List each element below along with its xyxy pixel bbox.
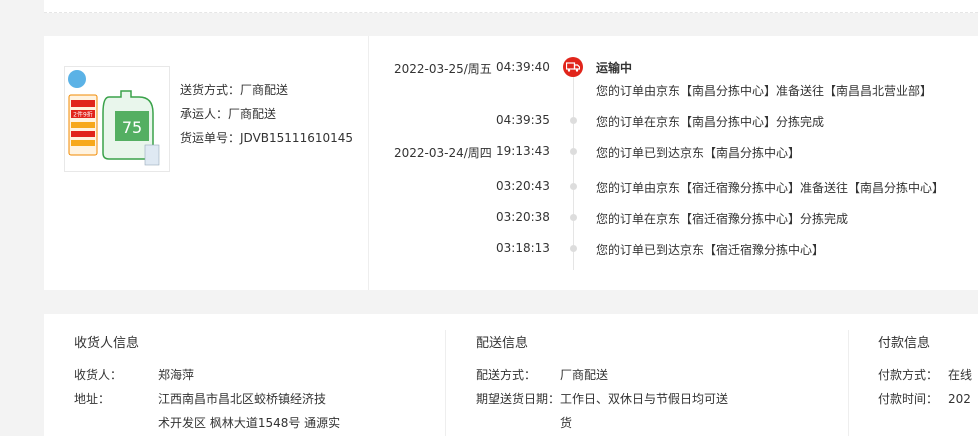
event-text: 您的订单在京东【宿迁宿豫分拣中心】分拣完成 [596, 212, 849, 226]
product-number-text: 75 [122, 118, 142, 137]
tracking-card: 2件9折 75 送货方式：厂商配送 承运人：厂商配送 货运单号：JDVB1511… [44, 36, 978, 290]
payment-title: 付款信息 [878, 336, 931, 351]
delivery-info: 配送信息 配送方式： 厂商配送 期望送货日期：工作日、双休日与节假日均可送 货 [476, 332, 728, 435]
event-time: 03:20:38 [496, 210, 550, 224]
delivery-method-value: 厂商配送 [560, 368, 609, 382]
payment-time-value: 202 [948, 392, 971, 406]
event-time: 03:20:43 [496, 179, 550, 193]
event-time: 04:39:40 [496, 60, 550, 74]
column-divider [445, 330, 446, 436]
timeline-item: 您的订单由京东【南昌分拣中心】准备送往【南昌昌北营业部】 [368, 82, 978, 102]
receiver-info: 收货人信息 收货人： 郑海萍 地址： 江西南昌市昌北区蛟桥镇经济技 术开发区 枫林大… [74, 332, 340, 435]
payment-info: 付款信息 付款方式： 在线 付款时间： 202 [878, 332, 972, 411]
timeline-dot [570, 148, 577, 155]
timeline-dot [570, 214, 577, 221]
event-time: 04:39:35 [496, 113, 550, 127]
event-time: 19:13:43 [496, 144, 550, 158]
timeline-dot [570, 183, 577, 190]
timeline-dot [570, 117, 577, 124]
delivery-date-label: 期望送货日期： [476, 392, 561, 406]
receiver-address-line2: 术开发区 枫林大道1548号 通源实 [158, 416, 341, 430]
receiver-address-label: 地址： [74, 392, 111, 406]
column-divider [848, 330, 849, 436]
delivery-method-row: 配送方式： 厂商配送 [476, 363, 728, 387]
timeline-item: 03:20:38 您的订单在京东【宿迁宿豫分拣中心】分拣完成 [368, 210, 978, 230]
timeline-item: 04:39:35 您的订单在京东【南昌分拣中心】分拣完成 [368, 113, 978, 133]
product-bottle-illustration: 2件9折 75 [65, 67, 169, 171]
timeline-item: 03:18:13 您的订单已到达京东【宿迁宿豫分拣中心】 [368, 241, 978, 261]
event-text: 您的订单在京东【南昌分拣中心】分拣完成 [596, 115, 825, 129]
event-date: 2022-03-25/周五 [394, 62, 492, 76]
payment-time-row: 付款时间： 202 [878, 387, 972, 411]
timeline-item: 2022-03-25/周五 04:39:40 运输中 [368, 57, 978, 80]
timeline-item: 03:20:43 您的订单由京东【宿迁宿豫分拣中心】准备送往【南昌分拣中心】 [368, 179, 978, 199]
timeline-dot [570, 245, 577, 252]
delivery-date-row-2: 货 [476, 411, 728, 435]
product-badge-text: 2件9折 [73, 111, 93, 119]
shipping-method-value: 厂商配送 [240, 83, 289, 97]
receiver-name-label: 收货人： [74, 368, 123, 382]
shipping-method-label: 送货方式： [180, 83, 241, 97]
previous-section-edge [44, 0, 978, 13]
event-time: 03:18:13 [496, 241, 550, 255]
receiver-name-row: 收货人： 郑海萍 [74, 363, 340, 387]
shipment-summary: 2件9折 75 送货方式：厂商配送 承运人：厂商配送 货运单号：JDVB1511… [44, 36, 369, 290]
shipping-method-row: 送货方式：厂商配送 [180, 78, 353, 102]
timeline-item: 2022-03-24/周四 19:13:43 您的订单已到达京东【南昌分拣中心】 [368, 144, 978, 164]
payment-method-value: 在线 [948, 368, 973, 382]
payment-method-row: 付款方式： 在线 [878, 363, 972, 387]
payment-method-label: 付款方式： [878, 368, 939, 382]
event-text: 您的订单由京东【南昌分拣中心】准备送往【南昌昌北营业部】 [596, 84, 933, 98]
product-image[interactable]: 2件9折 75 [64, 66, 170, 172]
shipping-details: 送货方式：厂商配送 承运人：厂商配送 货运单号：JDVB15111610145 [180, 78, 353, 150]
receiver-address-row: 地址： 江西南昌市昌北区蛟桥镇经济技 [74, 387, 340, 411]
order-info-card: 收货人信息 收货人： 郑海萍 地址： 江西南昌市昌北区蛟桥镇经济技 术开发区 枫林大… [44, 314, 978, 436]
event-date: 2022-03-24/周四 [394, 146, 492, 160]
carrier-row: 承运人：厂商配送 [180, 102, 353, 126]
event-text: 您的订单由京东【宿迁宿豫分拣中心】准备送往【南昌分拣中心】 [596, 181, 945, 195]
receiver-address-line1: 江西南昌市昌北区蛟桥镇经济技 [158, 392, 327, 406]
event-text: 您的订单已到达京东【宿迁宿豫分拣中心】 [596, 243, 825, 257]
waybill-row: 货运单号：JDVB15111610145 [180, 126, 353, 150]
waybill-label: 货运单号： [180, 131, 241, 145]
receiver-name-value: 郑海萍 [158, 368, 195, 382]
payment-time-label: 付款时间： [878, 392, 939, 406]
waybill-value: JDVB15111610145 [240, 131, 354, 145]
carrier-value: 厂商配送 [228, 107, 277, 121]
tracking-timeline: 2022-03-25/周五 04:39:40 运输中 您的订单由京东【南昌分拣中… [368, 36, 978, 290]
carrier-label: 承运人： [180, 107, 229, 121]
event-text: 您的订单已到达京东【南昌分拣中心】 [596, 146, 801, 160]
delivery-title: 配送信息 [476, 336, 529, 351]
receiver-title: 收货人信息 [74, 336, 140, 351]
delivery-date-row: 期望送货日期：工作日、双休日与节假日均可送 [476, 387, 728, 411]
truck-icon [563, 57, 583, 77]
receiver-address-row-2: 术开发区 枫林大道1548号 通源实 [74, 411, 340, 435]
delivery-date-line1: 工作日、双休日与节假日均可送 [560, 392, 729, 406]
delivery-method-label: 配送方式： [476, 368, 537, 382]
delivery-date-line2: 货 [560, 416, 573, 430]
shipment-status: 运输中 [596, 61, 633, 75]
